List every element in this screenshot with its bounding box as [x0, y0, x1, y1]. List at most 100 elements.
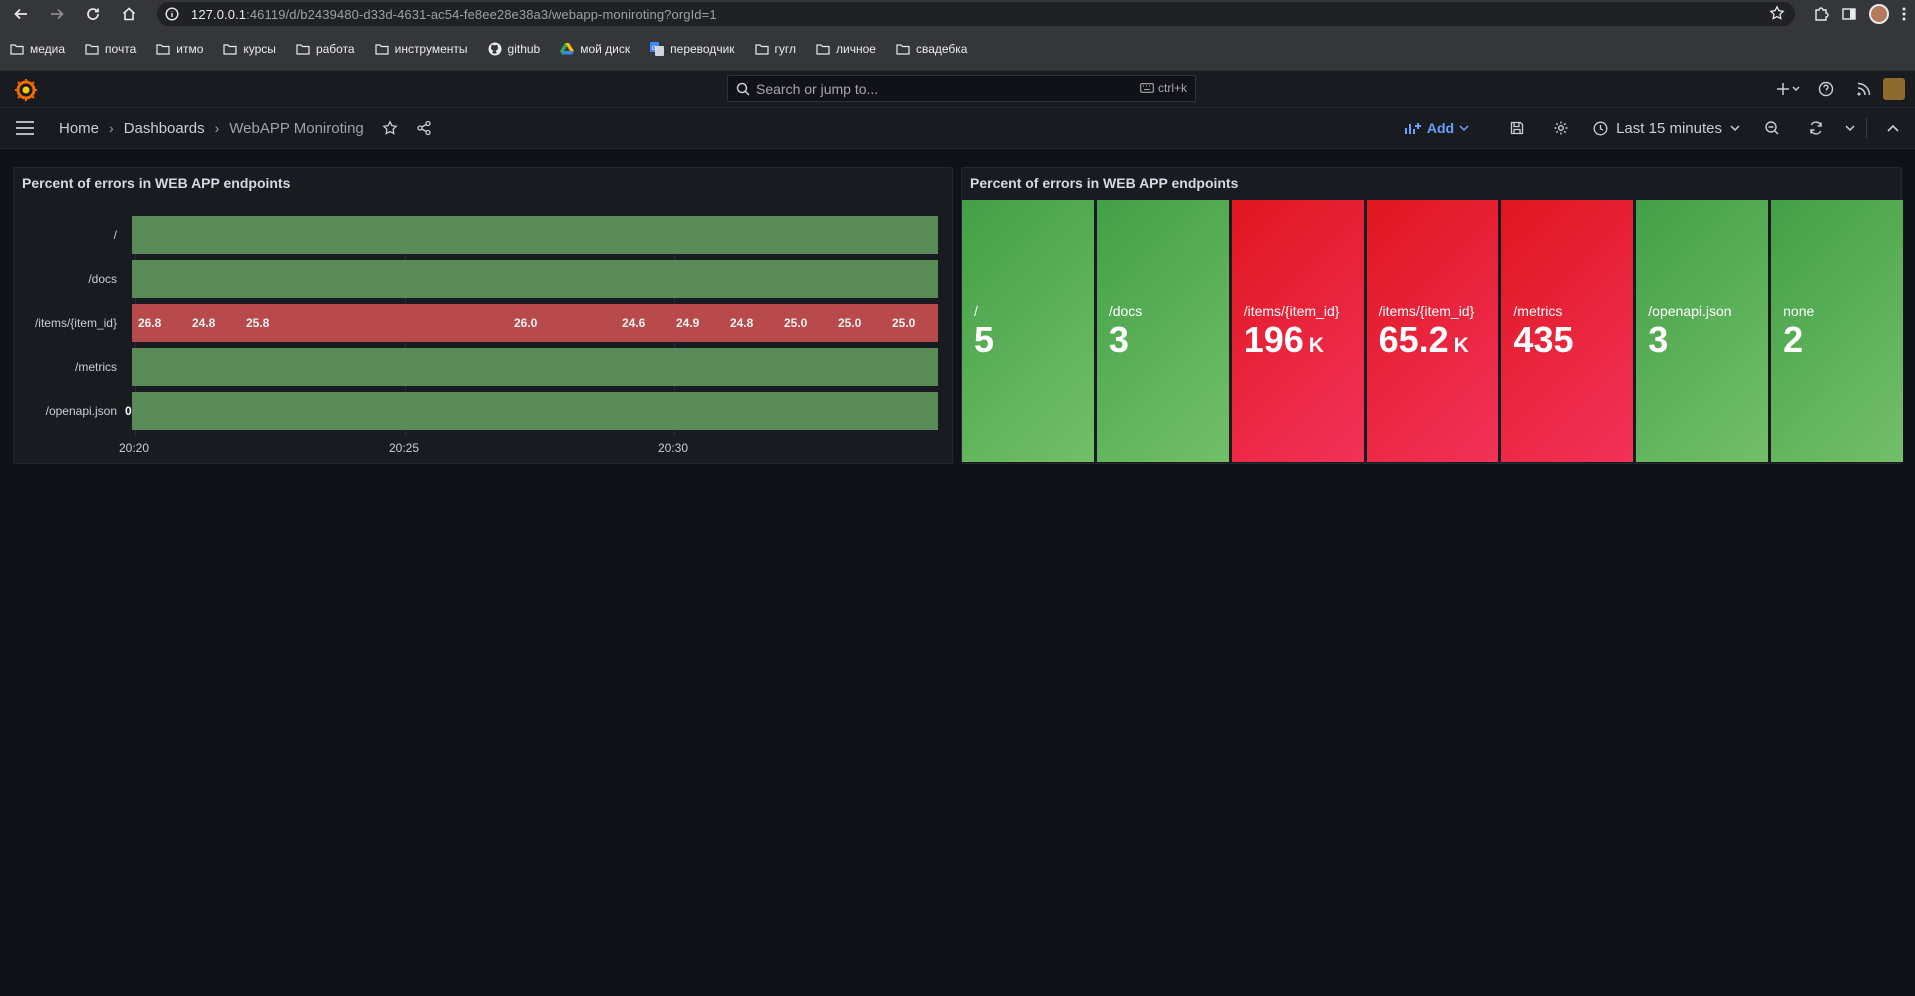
- user-avatar[interactable]: [1883, 78, 1905, 100]
- bookmark-item[interactable]: github: [488, 41, 541, 56]
- stat-tile[interactable]: /metrics 435: [1501, 200, 1634, 462]
- more-menu-icon[interactable]: [1901, 6, 1907, 22]
- dashboard-navbar: Home › Dashboards › WebAPP Moniroting Ad…: [0, 108, 1915, 149]
- profile-avatar[interactable]: [1869, 3, 1889, 24]
- refresh-interval-dropdown[interactable]: [1838, 124, 1862, 132]
- refresh-button[interactable]: [1794, 120, 1838, 136]
- stat-tile[interactable]: none 2: [1771, 200, 1903, 462]
- github-icon: [488, 42, 502, 56]
- time-range-picker[interactable]: Last 15 minutes: [1593, 120, 1740, 137]
- bookmark-star-icon[interactable]: [1769, 5, 1785, 21]
- bookmark-item[interactable]: почта: [85, 42, 136, 56]
- search-shortcut: ctrl+k: [1140, 81, 1187, 95]
- row-label: /items/{item_id}: [34, 316, 117, 330]
- stat-tile[interactable]: /5: [962, 200, 1094, 462]
- stat-value: 435: [1513, 319, 1573, 361]
- stat-value: 3: [1109, 319, 1129, 361]
- stat-number: 435: [1513, 319, 1574, 360]
- breadcrumb-current: WebAPP Moniroting: [229, 119, 364, 137]
- bookmark-item[interactable]: курсы: [223, 42, 276, 56]
- stat-panel[interactable]: Percent of errors in WEB APP endpoints /…: [961, 167, 1903, 464]
- folder-icon: [85, 43, 99, 55]
- history-panel[interactable]: Percent of errors in WEB APP endpoints /…: [13, 167, 953, 464]
- stat-value: 2: [1783, 319, 1803, 361]
- stat-name: /metrics: [1513, 303, 1563, 319]
- save-dashboard-button[interactable]: [1495, 120, 1539, 136]
- state-bar[interactable]: [132, 392, 938, 430]
- row-label: /openapi.json: [45, 404, 117, 418]
- bookmark-item[interactable]: гугл: [754, 41, 797, 56]
- bookmark-label: мой диск: [580, 41, 631, 56]
- dashboard-settings-button[interactable]: [1539, 120, 1583, 136]
- extensions-icon[interactable]: [1813, 6, 1829, 22]
- chevron-down-icon: [1459, 125, 1469, 132]
- stat-number: 3: [1648, 319, 1669, 360]
- panel-title[interactable]: Percent of errors in WEB APP endpoints: [22, 175, 290, 191]
- side-panel-icon[interactable]: [1841, 6, 1857, 22]
- translate-icon: G: [650, 41, 665, 56]
- stat-tile[interactable]: /docs 3: [1096, 200, 1229, 462]
- state-bar[interactable]: [132, 260, 938, 298]
- state-bar[interactable]: [132, 216, 938, 254]
- stat-number: 3: [1108, 319, 1129, 360]
- chevron-down-icon: [1845, 125, 1855, 132]
- stat-name: /items/{item_id}: [1378, 303, 1475, 319]
- new-menu-button[interactable]: [1769, 82, 1807, 96]
- panel-title[interactable]: Percent of errors in WEB APP endpoints: [970, 175, 1238, 191]
- cell-value: 26.0: [514, 316, 538, 330]
- bookmark-item[interactable]: мой диск: [560, 42, 630, 56]
- bookmark-label: гугл: [774, 41, 797, 56]
- bookmark-label: личное: [836, 41, 876, 56]
- grafana-logo-icon[interactable]: [14, 78, 38, 102]
- stat-value: 5: [974, 319, 994, 361]
- stat-tile[interactable]: /items/{item_id} 196 K: [1231, 200, 1364, 462]
- row-label: /: [113, 228, 117, 242]
- bookmark-item[interactable]: инструменты: [375, 42, 468, 56]
- back-button[interactable]: [8, 3, 34, 25]
- menu-icon[interactable]: [15, 121, 35, 135]
- bookmark-item[interactable]: свадебка: [896, 42, 967, 56]
- bookmark-label: итмо: [176, 41, 204, 56]
- search-input[interactable]: Search or jump to... ctrl+k: [727, 75, 1196, 102]
- drive-icon: [560, 42, 575, 55]
- state-bar[interactable]: 26.8 24.8 25.8 26.0 24.6 24.9 24.8 25.0 25.0 25.0: [132, 304, 938, 342]
- help-icon: [1818, 81, 1834, 97]
- cell-value: 25.0: [838, 316, 862, 330]
- address-bar[interactable]: 127.0.0.1:46119/d/b2439480-d33d-4631-ac5…: [157, 2, 1795, 26]
- bookmark-item[interactable]: итмо: [156, 42, 203, 56]
- cell-value: 24.8: [730, 316, 754, 330]
- breadcrumb-dashboards[interactable]: Dashboards: [124, 120, 205, 137]
- site-info-icon[interactable]: [165, 7, 179, 21]
- star-icon[interactable]: [382, 120, 398, 136]
- reload-button[interactable]: [80, 3, 106, 25]
- time-range-label: Last 15 minutes: [1616, 119, 1722, 137]
- folder-icon: [223, 43, 237, 55]
- stat-tile[interactable]: /items/{item_id} 65.2 K: [1366, 200, 1499, 462]
- news-button[interactable]: [1845, 81, 1883, 97]
- cell-value: 0: [125, 404, 132, 418]
- bookmark-item[interactable]: Gпереводчик: [650, 41, 735, 56]
- cell-value: 25.0: [784, 316, 808, 330]
- browser-chrome: 127.0.0.1:46119/d/b2439480-d33d-4631-ac5…: [0, 0, 1915, 70]
- bookmark-item[interactable]: работа: [296, 42, 355, 56]
- row-label: /docs: [88, 272, 117, 286]
- add-button[interactable]: Add: [1404, 120, 1469, 136]
- stat-number: 2: [1783, 319, 1804, 360]
- shortcut-label: ctrl+k: [1157, 81, 1187, 95]
- state-bar[interactable]: [132, 348, 938, 386]
- bookmarks-bar: медиа почта итмо курсы работа инструменты gith…: [0, 27, 1915, 70]
- help-button[interactable]: [1807, 81, 1845, 97]
- forward-button[interactable]: [44, 3, 70, 25]
- share-icon[interactable]: [416, 120, 432, 136]
- home-button[interactable]: [116, 3, 142, 25]
- stat-value: 3: [1648, 319, 1668, 361]
- url-text: 127.0.0.1:46119/d/b2439480-d33d-4631-ac5…: [191, 7, 717, 22]
- bookmark-label: переводчик: [670, 41, 735, 56]
- stat-tile[interactable]: /openapi.json 3: [1636, 200, 1769, 462]
- zoom-out-button[interactable]: [1750, 120, 1794, 136]
- bookmark-label: github: [507, 41, 541, 56]
- breadcrumb-home[interactable]: Home: [59, 120, 99, 137]
- bookmark-item[interactable]: личное: [816, 42, 876, 56]
- collapse-header-button[interactable]: [1871, 124, 1915, 132]
- bookmark-item[interactable]: медиа: [10, 42, 65, 56]
